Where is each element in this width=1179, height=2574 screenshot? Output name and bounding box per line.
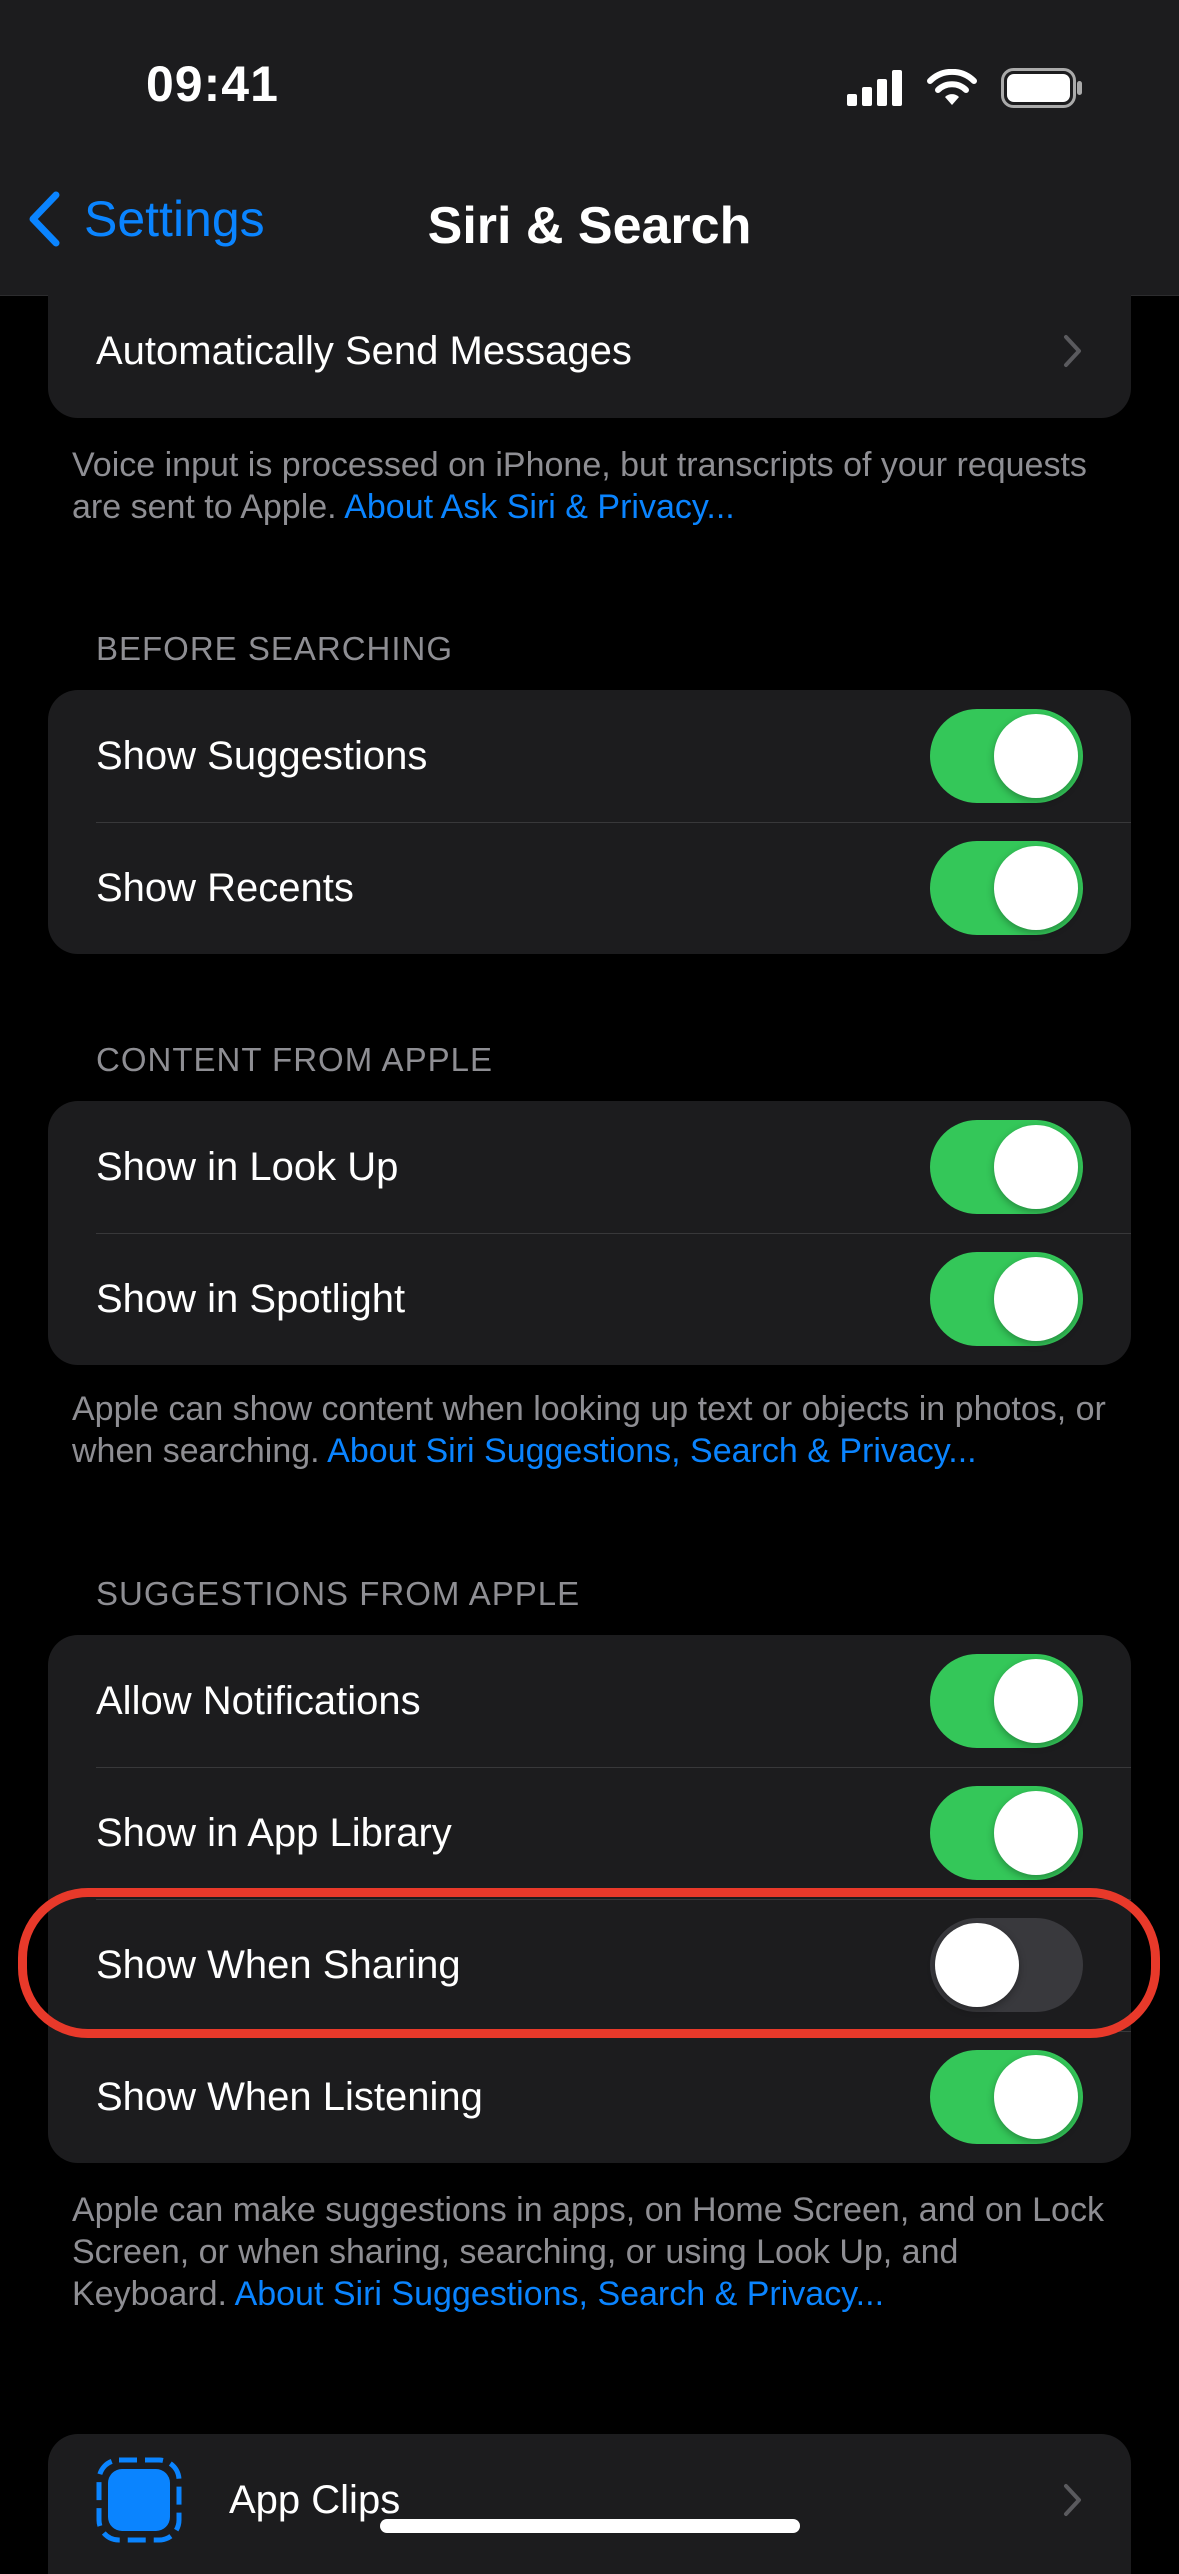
row-label: App Clips xyxy=(229,2477,401,2522)
content-from-apple-group: Show in Look Up Show in Spotlight xyxy=(48,1101,1131,1365)
home-indicator[interactable] xyxy=(380,2519,800,2533)
show-when-listening-toggle[interactable] xyxy=(930,2050,1083,2144)
allow-notifications-row: Allow Notifications xyxy=(48,1635,1131,1767)
content-from-apple-footer: Apple can show content when looking up t… xyxy=(72,1390,1106,1470)
row-label: Show in App Library xyxy=(96,1810,452,1855)
chevron-right-icon xyxy=(1064,2484,1081,2516)
about-siri-suggestions-link[interactable]: About Siri Suggestions, Search & Privacy… xyxy=(235,2275,884,2313)
toggle-knob xyxy=(994,846,1078,930)
row-label: Show Recents xyxy=(96,865,354,910)
toggle-knob xyxy=(994,1659,1078,1743)
messages-group: Automatically Send Messages xyxy=(48,288,1131,418)
show-suggestions-row: Show Suggestions xyxy=(48,690,1131,822)
show-suggestions-toggle[interactable] xyxy=(930,709,1083,803)
wifi-icon xyxy=(927,69,977,105)
about-siri-suggestions-link[interactable]: About Siri Suggestions, Search & Privacy… xyxy=(327,1432,976,1470)
app-clips-icon xyxy=(96,2457,182,2543)
chevron-right-icon xyxy=(1064,335,1081,367)
about-ask-siri-privacy-link[interactable]: About Ask Siri & Privacy... xyxy=(344,488,735,526)
allow-notifications-toggle[interactable] xyxy=(930,1654,1083,1748)
toggle-knob xyxy=(994,2055,1078,2139)
row-label: Show When Listening xyxy=(96,2074,483,2119)
row-label: Show in Look Up xyxy=(96,1144,399,1189)
show-when-listening-row: Show When Listening xyxy=(48,2031,1131,2163)
show-in-spotlight-toggle[interactable] xyxy=(930,1252,1083,1346)
toggle-knob xyxy=(994,1125,1078,1209)
row-label: Allow Notifications xyxy=(96,1678,421,1723)
section-header-suggestions-from-apple: SUGGESTIONS FROM APPLE xyxy=(96,1575,581,1612)
navigation-header: 09:41 Settings Siri & Search xyxy=(0,0,1179,296)
section-header-before-searching: BEFORE SEARCHING xyxy=(96,630,454,667)
show-recents-toggle[interactable] xyxy=(930,841,1083,935)
app-clips-row[interactable]: App Clips xyxy=(48,2434,1131,2566)
highlight-annotation xyxy=(18,1888,1160,2038)
row-label: Show Suggestions xyxy=(96,733,428,778)
siri-privacy-footer: Voice input is processed on iPhone, but … xyxy=(72,446,1087,526)
show-in-app-library-row: Show in App Library xyxy=(48,1767,1131,1899)
show-recents-row: Show Recents xyxy=(48,822,1131,954)
toggle-knob xyxy=(994,1257,1078,1341)
automatically-send-messages-row[interactable]: Automatically Send Messages xyxy=(48,288,1131,414)
show-in-look-up-row: Show in Look Up xyxy=(48,1101,1131,1233)
toggle-knob xyxy=(994,1791,1078,1875)
page-title: Siri & Search xyxy=(427,197,752,255)
row-label: Automatically Send Messages xyxy=(96,328,632,373)
suggestions-footer: Apple can make suggestions in apps, on H… xyxy=(72,2191,1104,2313)
status-icons xyxy=(847,66,1083,110)
toggle-knob xyxy=(994,714,1078,798)
show-in-app-library-toggle[interactable] xyxy=(930,1786,1083,1880)
show-in-spotlight-row: Show in Spotlight xyxy=(48,1233,1131,1365)
before-searching-group: Show Suggestions Show Recents xyxy=(48,690,1131,954)
cellular-signal-icon xyxy=(847,70,902,106)
status-time: 09:41 xyxy=(146,56,279,112)
section-header-content-from-apple: CONTENT FROM APPLE xyxy=(96,1041,493,1078)
apps-group: App Clips xyxy=(48,2434,1131,2574)
battery-icon xyxy=(1001,68,1082,108)
show-in-look-up-toggle[interactable] xyxy=(930,1120,1083,1214)
row-label: Show in Spotlight xyxy=(96,1276,406,1321)
